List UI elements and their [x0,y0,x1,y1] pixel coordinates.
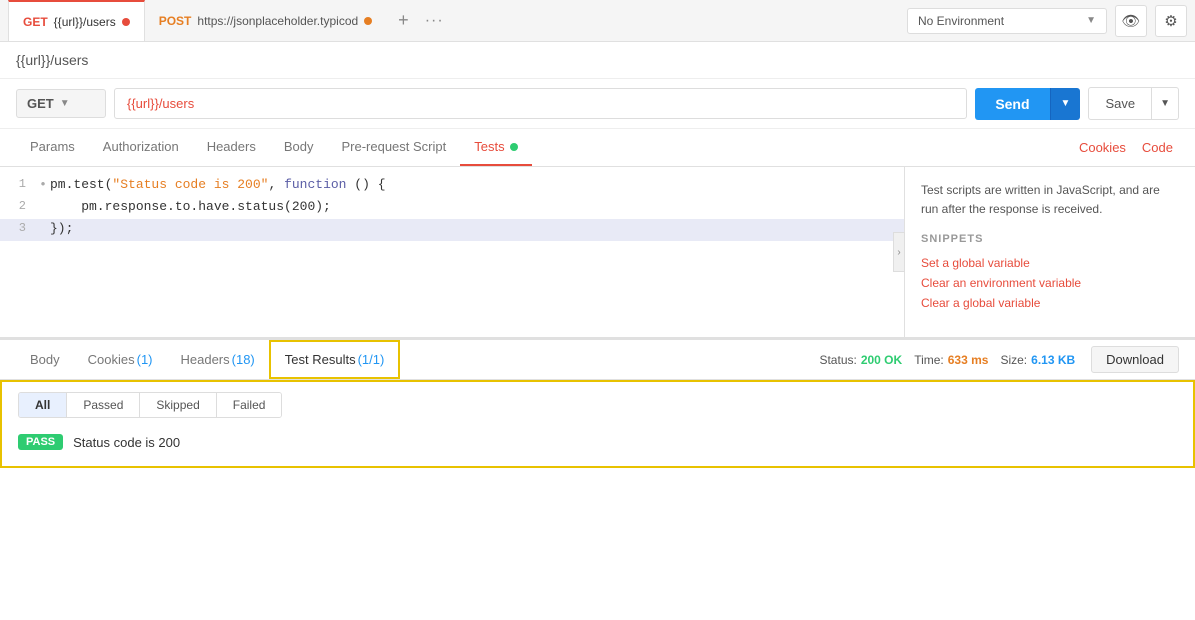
status-label: Status: [819,353,856,367]
line-dot-1: • [36,175,50,192]
tab-method-post: POST [159,14,192,28]
eye-icon-button[interactable]: 👁 [1115,5,1147,37]
tests-dot-icon [510,143,518,151]
save-button[interactable]: Save [1088,87,1152,120]
code-link[interactable]: Code [1136,130,1179,165]
code-line-1: 1 • pm.test("Status code is 200", functi… [0,175,904,197]
tab-tests[interactable]: Tests [460,129,531,166]
code-line-2: 2 pm.response.to.have.status(200); [0,197,904,219]
send-button[interactable]: Send [975,88,1049,120]
code-line-3: 3 }); [0,219,904,241]
bottom-tab-headers[interactable]: Headers (18) [167,340,269,379]
filter-skipped[interactable]: Skipped [140,393,216,417]
bottom-tabs-bar: Body Cookies (1) Headers (18) Test Resul… [0,340,1195,380]
method-chevron-icon: ▼ [60,98,70,109]
more-tabs-button[interactable]: ··· [421,8,448,34]
size-value: 6.13 KB [1031,353,1075,367]
cookies-badge: (1) [137,352,153,367]
right-links: Cookies Code [1073,130,1179,165]
snippet-clear-env[interactable]: Clear an environment variable [921,273,1179,293]
test-results-tab-label: Test Results [285,352,356,367]
add-tab-button[interactable]: + [394,6,413,35]
tab-dot-post [364,17,372,25]
tab-method-get: GET [23,15,48,29]
time-label: Time: [914,353,944,367]
cookies-tab-label: Cookies [88,352,135,367]
tab-params[interactable]: Params [16,129,89,166]
method-label: GET [27,96,54,111]
filter-failed[interactable]: Failed [217,393,282,417]
tab-dot-get [122,18,130,26]
tab-url-get: {{url}}/users [54,15,116,29]
line-num-2: 2 [0,197,36,213]
bottom-tab-cookies[interactable]: Cookies (1) [74,340,167,379]
snippets-description: Test scripts are written in JavaScript, … [921,181,1179,219]
tab-actions: + ··· [394,6,448,35]
code-editor[interactable]: 1 • pm.test("Status code is 200", functi… [0,167,905,337]
line-dot-3 [36,219,50,221]
status-bar: Status: 200 OK Time: 633 ms Size: 6.13 K… [819,346,1179,373]
save-arrow-button[interactable]: ▼ [1152,87,1179,120]
bottom-section: Body Cookies (1) Headers (18) Test Resul… [0,337,1195,468]
test-name: Status code is 200 [73,435,180,450]
headers-tab-label: Headers [181,352,230,367]
headers-badge: (18) [232,352,255,367]
chevron-down-icon: ▼ [1086,15,1096,26]
url-bar: GET ▼ Send ▼ Save ▼ [0,79,1195,129]
pass-badge: PASS [18,434,63,450]
env-bar: No Environment ▼ 👁 ⚙ [907,5,1187,37]
tab-url-post: https://jsonplaceholder.typicod [197,14,358,28]
expand-panel-handle[interactable]: › [893,232,905,272]
filter-passed[interactable]: Passed [67,393,140,417]
snippets-panel: Test scripts are written in JavaScript, … [905,167,1195,337]
size-label: Size: [1000,353,1027,367]
tab-authorization[interactable]: Authorization [89,129,193,166]
download-button[interactable]: Download [1091,346,1179,373]
send-button-group: Send ▼ [975,88,1080,120]
bottom-tab-body[interactable]: Body [16,340,74,379]
line-num-1: 1 [0,175,36,191]
line-num-3: 3 [0,219,36,235]
tab-pre-request-script[interactable]: Pre-request Script [327,129,460,166]
tab-bar: GET {{url}}/users POST https://jsonplace… [0,0,1195,42]
filter-tabs: All Passed Skipped Failed [18,392,282,418]
send-arrow-button[interactable]: ▼ [1050,88,1081,120]
save-button-group: Save ▼ [1088,87,1179,120]
line-code-3: }); [50,219,73,236]
env-label: No Environment [918,14,1004,28]
tab-post-jsonplaceholder[interactable]: POST https://jsonplaceholder.typicod [145,0,386,41]
snippets-title: SNIPPETS [921,233,1179,245]
filter-all[interactable]: All [19,393,67,417]
bottom-tab-test-results[interactable]: Test Results (1/1) [269,340,401,379]
tab-body[interactable]: Body [270,129,328,166]
line-code-2: pm.response.to.have.status(200); [50,197,331,214]
url-input[interactable] [114,88,967,119]
cookies-link[interactable]: Cookies [1073,130,1132,165]
test-results-content: All Passed Skipped Failed PASS Status co… [0,380,1195,468]
tab-headers[interactable]: Headers [193,129,270,166]
method-select[interactable]: GET ▼ [16,89,106,118]
settings-icon-button[interactable]: ⚙ [1155,5,1187,37]
line-code-1: pm.test("Status code is 200", function (… [50,175,386,192]
test-results-badge: (1/1) [358,352,385,367]
request-tabs: Params Authorization Headers Body Pre-re… [0,129,1195,167]
main-content: 1 • pm.test("Status code is 200", functi… [0,167,1195,337]
tab-get-users[interactable]: GET {{url}}/users [8,0,145,41]
tab-tests-label: Tests [474,139,504,154]
line-dot-2 [36,197,50,199]
test-row-1: PASS Status code is 200 [18,428,1177,456]
request-title: {{url}}/users [0,42,1195,79]
time-value: 633 ms [948,353,989,367]
snippet-clear-global[interactable]: Clear a global variable [921,293,1179,313]
env-select[interactable]: No Environment ▼ [907,8,1107,34]
status-value: 200 OK [861,353,902,367]
snippet-set-global[interactable]: Set a global variable [921,253,1179,273]
